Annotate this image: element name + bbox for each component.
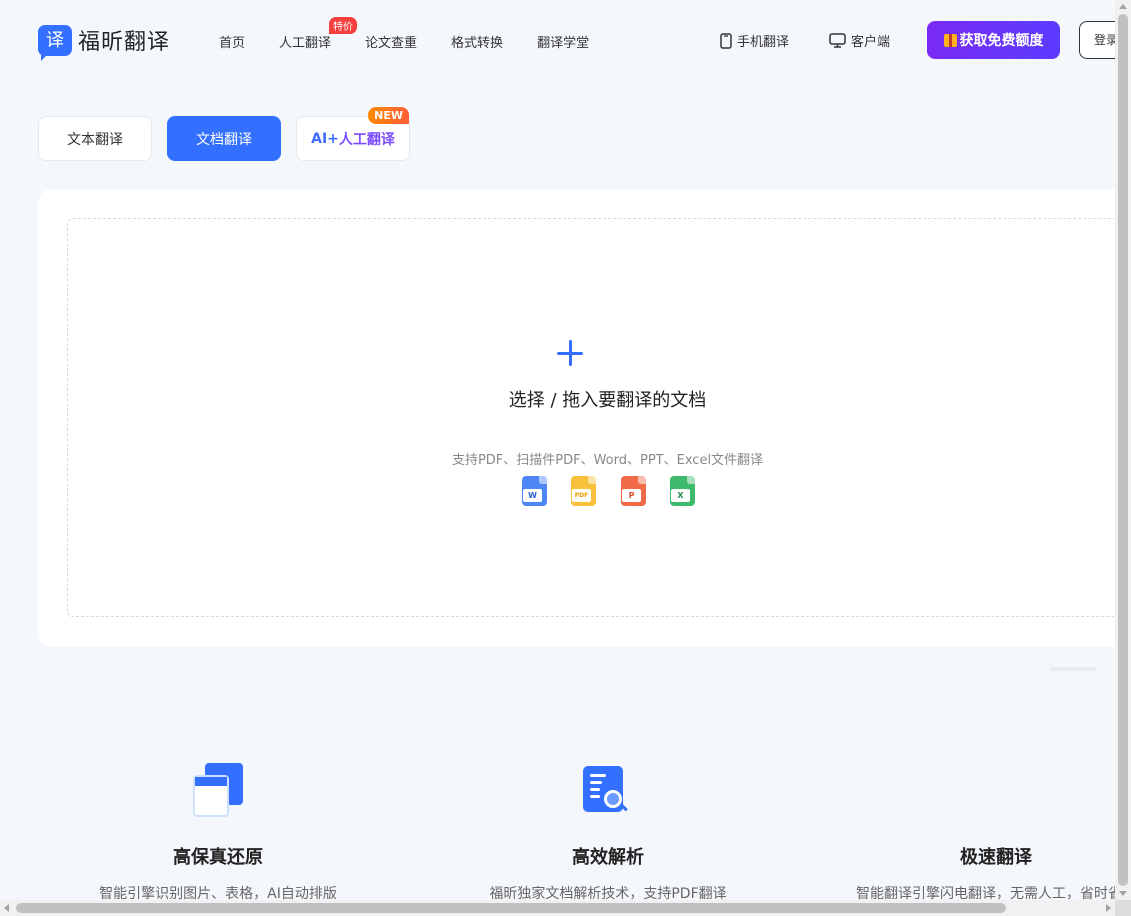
pdf-file-icon: PDF [571, 476, 596, 506]
word-file-icon: W [522, 476, 547, 506]
logo-icon: 译 [38, 24, 72, 61]
page-viewport: 译 福昕翻译 首页 人工翻译 特价 论文查重 格式转换 翻译学堂 手机翻译 客户… [0, 0, 1115, 900]
nav-human-translation[interactable]: 人工翻译 特价 [279, 17, 358, 51]
vertical-scrollbar[interactable] [1115, 0, 1131, 900]
nav-human-translation-label: 人工翻译 [279, 36, 332, 51]
free-credit-label: 获取免费额度 [959, 33, 1044, 49]
brand-logo[interactable]: 译 福昕翻译 [38, 24, 171, 61]
file-dropzone[interactable] [67, 218, 1115, 617]
feature-high-fidelity: 高保真还原 智能引擎识别图片、表格，AI自动排版 [68, 843, 368, 900]
scroll-left-arrow-icon[interactable] [4, 904, 9, 912]
tab-ai-human-translation[interactable]: AI+ 人工翻译 NEW [296, 107, 410, 161]
feature-desc: 福昕独家文档解析技术，支持PDF翻译 [489, 886, 727, 900]
add-file-plus-icon[interactable] [557, 340, 583, 366]
excel-file-icon: X [670, 476, 695, 506]
ppt-file-icon: P [621, 476, 646, 506]
dropzone-title: 选择 / 拖入要翻译的文档 [508, 390, 707, 411]
main-nav: 首页 人工翻译 特价 论文查重 格式转换 翻译学堂 [219, 17, 623, 51]
login-button[interactable]: 登录 [1079, 21, 1115, 59]
tab-ai-suffix: 人工翻译 [338, 131, 395, 148]
mobile-translate-link[interactable]: 手机翻译 [720, 31, 789, 50]
desktop-client-label: 客户端 [851, 35, 891, 50]
free-credit-button[interactable]: 获取免费额度 [927, 21, 1060, 59]
horizontal-scrollbar[interactable] [0, 900, 1115, 916]
scroll-right-arrow-icon[interactable] [1106, 904, 1111, 912]
carousel-indicator [1050, 667, 1097, 671]
nav-plagiarism-check[interactable]: 论文查重 [365, 32, 417, 51]
upload-card [38, 189, 1115, 647]
monitor-icon [829, 33, 846, 48]
special-price-badge: 特价 [329, 17, 358, 34]
tab-ai-prefix: AI+ [311, 130, 339, 147]
high-fidelity-icon [193, 763, 245, 817]
feature-desc: 智能引擎识别图片、表格，AI自动排版 [99, 886, 337, 900]
feature-title: 高效解析 [572, 847, 644, 868]
nav-home[interactable]: 首页 [219, 32, 245, 51]
tab-document-translation[interactable]: 文档翻译 [167, 116, 281, 161]
tab-text-translation[interactable]: 文本翻译 [38, 116, 152, 161]
new-badge: NEW [368, 107, 409, 124]
mobile-translate-label: 手机翻译 [737, 35, 790, 50]
scrollbar-corner [1115, 900, 1131, 916]
feature-efficient-parsing: 高效解析 福昕独家文档解析技术，支持PDF翻译 [458, 843, 758, 900]
brand-name: 福昕翻译 [78, 30, 171, 55]
feature-fast-translation: 极速翻译 智能翻译引擎闪电翻译，无需人工，省时省力 [846, 843, 1115, 900]
scroll-up-arrow-icon[interactable] [1119, 4, 1127, 9]
phone-icon [720, 32, 732, 49]
horizontal-scroll-thumb[interactable] [16, 903, 1006, 913]
nav-format-convert[interactable]: 格式转换 [451, 32, 503, 51]
gift-icon [943, 33, 957, 47]
vertical-scroll-thumb[interactable] [1118, 14, 1128, 886]
desktop-client-link[interactable]: 客户端 [829, 31, 890, 50]
top-header: 译 福昕翻译 首页 人工翻译 特价 论文查重 格式转换 翻译学堂 手机翻译 客户… [0, 0, 1115, 80]
document-search-icon [583, 766, 633, 816]
scroll-down-arrow-icon[interactable] [1119, 891, 1127, 896]
feature-desc: 智能翻译引擎闪电翻译，无需人工，省时省力 [856, 886, 1115, 900]
supported-formats-text: 支持PDF、扫描件PDF、Word、PPT、Excel文件翻译 [451, 453, 764, 468]
feature-title: 极速翻译 [960, 847, 1032, 868]
feature-title: 高保真还原 [173, 847, 263, 868]
nav-translation-school[interactable]: 翻译学堂 [537, 32, 589, 51]
